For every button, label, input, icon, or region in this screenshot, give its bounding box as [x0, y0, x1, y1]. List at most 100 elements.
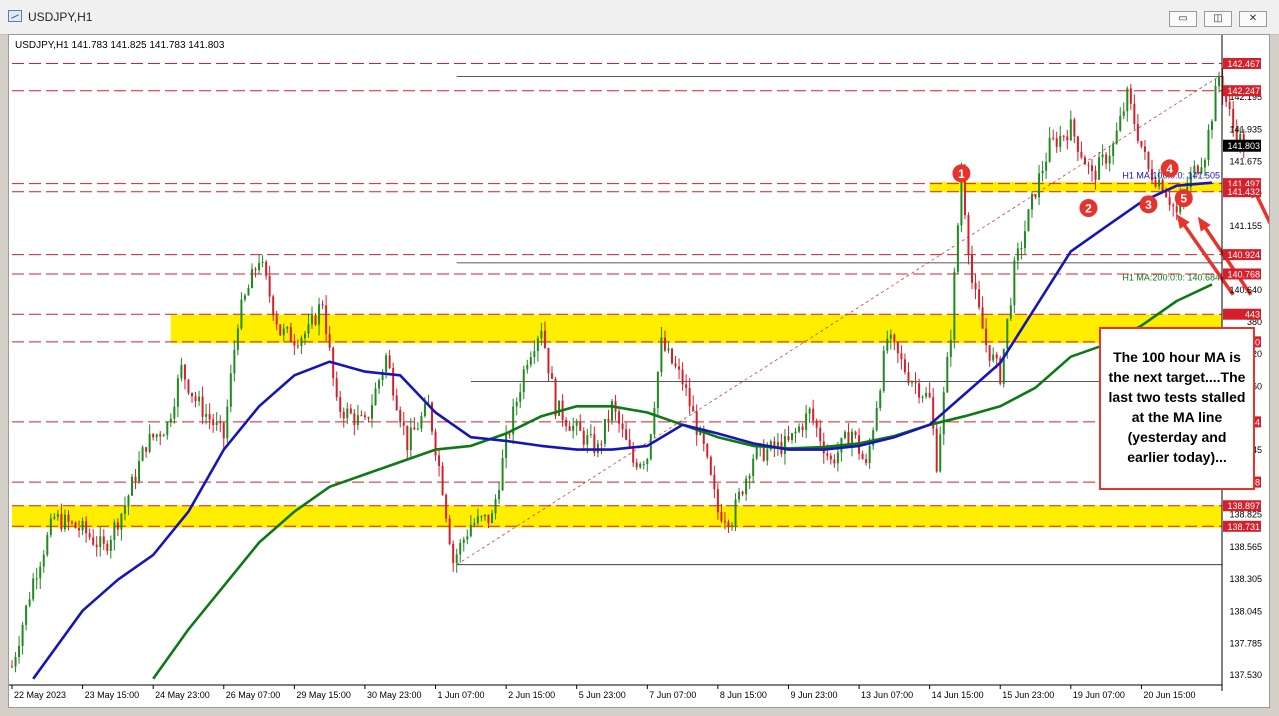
- candle-body: [18, 645, 21, 658]
- candle-body: [1066, 136, 1069, 141]
- candle-body: [709, 456, 712, 475]
- candle-96: [349, 404, 352, 415]
- candle-109: [395, 388, 398, 412]
- candle-193: [692, 395, 695, 412]
- candle-body: [233, 350, 236, 374]
- candle-50: [187, 378, 190, 395]
- candle-253: [903, 353, 906, 375]
- candle-body: [346, 408, 349, 419]
- ma200-label: H1 MA:200:0:0: 140.684: [1122, 272, 1220, 282]
- candle-body: [106, 543, 109, 551]
- candle-322: [1147, 151, 1150, 173]
- candle-body: [1140, 140, 1143, 147]
- chart-window[interactable]: 0.0 - 142.36338.2 - 140.857100.0 - 138.4…: [8, 34, 1270, 708]
- candle-68: [251, 263, 253, 289]
- candle-body: [148, 433, 151, 452]
- candle-194: [695, 404, 698, 446]
- candle-112: [406, 425, 409, 460]
- candle-69: [254, 267, 257, 278]
- candle-body: [399, 409, 402, 423]
- candle-body: [918, 383, 921, 398]
- candle-190: [681, 362, 684, 391]
- candle-170: [611, 398, 613, 425]
- candle-260: [928, 382, 931, 399]
- candle-body: [1214, 86, 1217, 122]
- candle-body: [71, 521, 73, 523]
- candle-body: [791, 433, 793, 440]
- candle-body: [879, 390, 882, 408]
- candle-287: [1023, 220, 1026, 255]
- candle-body: [289, 327, 292, 343]
- candle-228: [815, 418, 818, 438]
- candle-body: [713, 474, 716, 490]
- y-tick-label-2: 141.935: [1229, 124, 1262, 134]
- candle-body: [716, 489, 719, 513]
- candle-body: [1023, 231, 1026, 249]
- candle-body: [1031, 194, 1033, 210]
- x-tick-label-5: 29 May 15:00: [296, 690, 351, 700]
- candle-292: [1041, 160, 1044, 182]
- candle-206: [738, 487, 741, 503]
- candle-277: [988, 345, 991, 367]
- candle-body: [748, 475, 751, 479]
- y-tick-label-14: 137.785: [1229, 638, 1262, 648]
- candle-body: [1069, 119, 1072, 141]
- candle-body: [261, 261, 264, 263]
- candle-body: [367, 417, 370, 419]
- candle-197: [706, 442, 709, 460]
- candle-27: [106, 540, 109, 555]
- level-price-tag-6: 140.768: [1227, 269, 1260, 279]
- candle-body: [402, 422, 405, 426]
- candle-46: [173, 398, 176, 424]
- candle-body: [956, 225, 959, 272]
- candle-267: [953, 267, 956, 349]
- candle-body: [579, 422, 582, 431]
- candle-47: [176, 374, 179, 418]
- candle-body: [805, 413, 808, 430]
- candle-315: [1122, 102, 1125, 119]
- candle-31: [120, 512, 123, 541]
- candle-body: [819, 427, 822, 442]
- candle-147: [529, 351, 532, 368]
- candle-309: [1101, 144, 1104, 166]
- candle-body: [988, 345, 991, 361]
- candle-body: [501, 458, 504, 491]
- candle-body: [229, 373, 232, 407]
- minimize-button[interactable]: ▭: [1169, 11, 1197, 27]
- candle-body: [198, 396, 201, 402]
- candle-64: [236, 324, 239, 356]
- candle-308: [1098, 152, 1101, 180]
- candle-242: [865, 453, 868, 466]
- candle-149: [536, 335, 539, 362]
- candle-275: [981, 296, 984, 329]
- candle-body: [1087, 164, 1090, 166]
- candle-104: [378, 378, 381, 394]
- candle-153: [551, 365, 553, 379]
- candle-body: [1013, 260, 1016, 306]
- candle-body: [618, 411, 621, 424]
- candle-36: [138, 451, 141, 484]
- candle-5: [28, 591, 31, 608]
- candle-body: [727, 521, 730, 527]
- candle-body: [1203, 160, 1206, 168]
- level-price-tag-5: 140.924: [1227, 250, 1260, 260]
- candle-body: [88, 533, 91, 538]
- candle-73: [268, 265, 271, 303]
- candle-body: [868, 445, 871, 463]
- candle-body: [325, 305, 328, 335]
- close-button[interactable]: ✕: [1239, 11, 1267, 27]
- candle-body: [1080, 151, 1083, 158]
- maximize-button[interactable]: ◫: [1204, 11, 1232, 27]
- candle-body: [935, 428, 938, 472]
- candle-body: [1045, 161, 1048, 171]
- candle-221: [791, 432, 793, 444]
- candle-49: [183, 363, 186, 390]
- candle-body: [201, 396, 204, 417]
- candle-body: [1175, 206, 1178, 213]
- candle-body: [226, 406, 229, 439]
- candle-body: [314, 315, 317, 325]
- candle-body: [85, 521, 88, 534]
- candle-body: [476, 516, 479, 523]
- candle-152: [547, 347, 550, 382]
- price-chart[interactable]: 0.0 - 142.36338.2 - 140.857100.0 - 138.4…: [9, 35, 1269, 707]
